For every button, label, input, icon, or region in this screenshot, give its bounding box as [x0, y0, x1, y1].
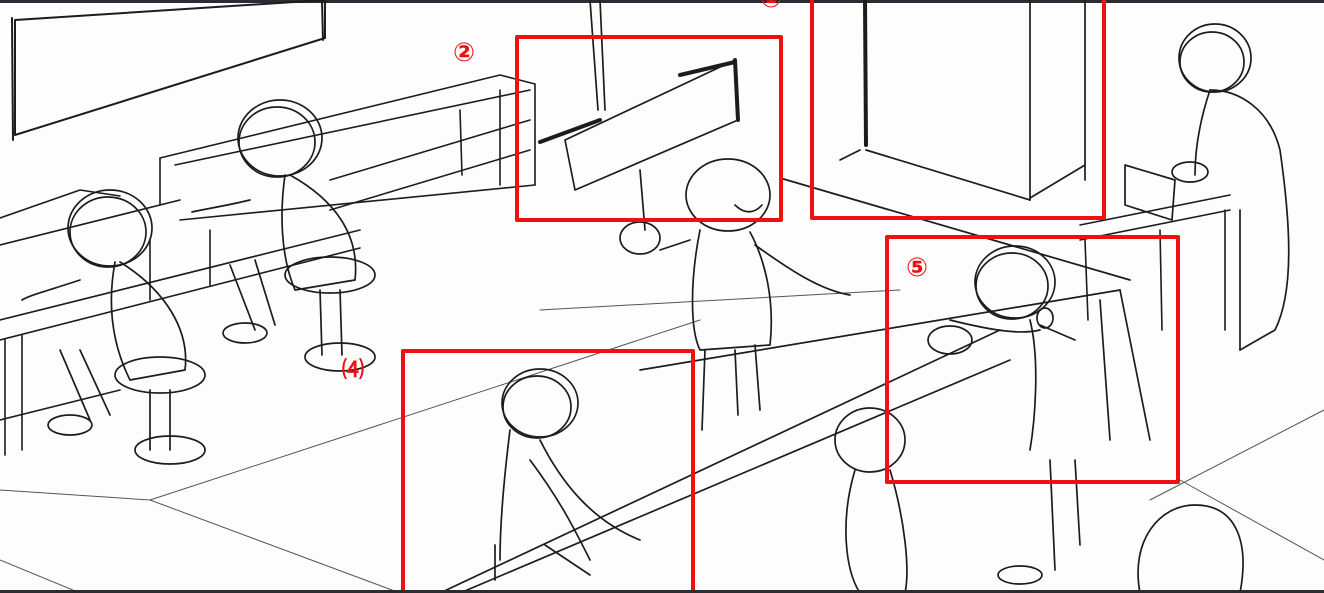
reception-staff: [927, 245, 1081, 585]
study-bench: [0, 229, 361, 456]
sketch-drawing: [0, 0, 1324, 593]
foreground-visitor: [834, 407, 908, 593]
standing-person-back: [1124, 23, 1290, 351]
back-window: [11, 0, 326, 141]
storyboard-sketch: ① ② ⑷ ⑤: [0, 0, 1324, 593]
marker-5: ⑤: [906, 253, 929, 283]
foreground-head: [1137, 504, 1244, 593]
seated-student-right: [191, 99, 376, 372]
marker-4: ⑷: [342, 358, 365, 383]
reception-counter: [439, 177, 1151, 593]
wall-counter-left: [0, 74, 536, 246]
annotation-box-4: [401, 349, 695, 593]
annotation-box-2: [515, 35, 783, 222]
marker-2: ②: [453, 38, 476, 68]
annotation-box-1: [810, 0, 1106, 220]
marker-1: ①: [760, 0, 782, 12]
entrance-door: [589, 0, 1086, 201]
